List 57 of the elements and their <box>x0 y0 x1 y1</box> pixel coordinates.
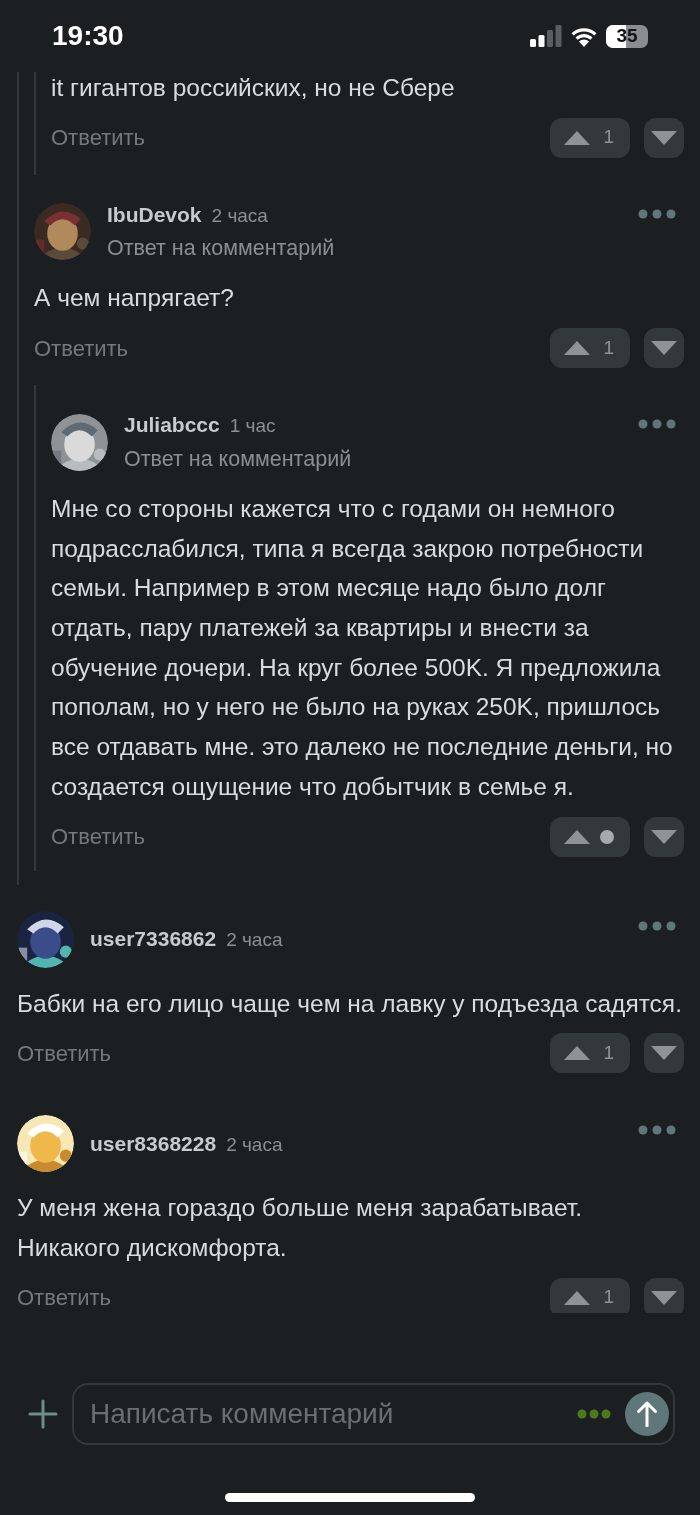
up-triangle-icon <box>564 341 590 356</box>
comment-text: Бабки на его лицо чаще чем на лавку у подъезда садятся. <box>17 988 683 1019</box>
reply-link[interactable]: Ответить <box>34 331 129 365</box>
comment-text: У меня жена гораздо больше меня зарабатывает. Никакого дискомфорта. <box>17 1193 584 1263</box>
up-triangle-icon <box>564 829 590 844</box>
reply-link[interactable]: Ответить <box>51 121 146 155</box>
comment-text: А чем напрягает? <box>34 283 235 314</box>
downvote-button[interactable] <box>644 117 684 158</box>
up-triangle-icon <box>564 1046 590 1061</box>
wifi-icon <box>570 25 598 47</box>
downvote-button[interactable] <box>644 328 684 369</box>
typing-dots-icon <box>577 1409 611 1419</box>
upvote-button[interactable]: 1 <box>550 1033 630 1074</box>
vote-count: 1 <box>603 335 614 360</box>
upvote-button[interactable] <box>550 816 630 857</box>
username[interactable]: user7336862 <box>90 923 217 955</box>
vote-count: 1 <box>603 1041 614 1065</box>
down-triangle-icon <box>651 341 677 356</box>
down-triangle-icon <box>651 130 677 145</box>
more-icon[interactable] <box>638 920 676 931</box>
reply-to-label: Ответ на комментарий <box>107 235 336 263</box>
clock-time: 19:30 <box>52 19 124 53</box>
send-button[interactable] <box>625 1392 669 1436</box>
downvote-button[interactable] <box>644 1033 684 1074</box>
down-triangle-icon <box>651 1290 677 1305</box>
comment-time: 2 часа <box>211 203 268 228</box>
comment-text: it гигантов российских, но не Сбере <box>51 73 456 103</box>
comment-text: Мне со стороны кажется что с годами он немного подрасслабился, типа я всегда закрою потребности семьи. Например в этом месяце надо было долг отдать, пару платежей за квартиры и внести за обучение дочери. На круг более 500K. Я предложила пополам, но у него не было на руках 250K, пришлось все отдавать мне. это далеко не последние деньги, но создается ощущение что добытчик в семье я. <box>51 493 674 802</box>
username[interactable]: user8368228 <box>90 1128 217 1160</box>
downvote-button[interactable] <box>644 816 684 857</box>
add-icon[interactable] <box>28 1399 58 1429</box>
comment-time: 2 часа <box>226 928 283 953</box>
vote-count: 1 <box>603 125 614 150</box>
comment-time: 1 час <box>229 414 276 439</box>
reply-link[interactable]: Ответить <box>51 820 146 854</box>
username[interactable]: IbuDevok <box>107 198 202 231</box>
reply-to-label: Ответ на комментарий <box>124 445 353 473</box>
dot-icon <box>600 829 614 844</box>
up-triangle-icon <box>564 1290 590 1305</box>
up-triangle-icon <box>564 130 590 145</box>
vote-count: 1 <box>603 1285 614 1310</box>
reply-link[interactable]: Ответить <box>17 1036 112 1070</box>
more-icon[interactable] <box>638 419 676 430</box>
up-arrow-icon <box>637 1401 657 1427</box>
comment-input-field[interactable]: Написать комментарий <box>72 1383 675 1445</box>
upvote-button[interactable]: 1 <box>550 328 630 369</box>
more-icon[interactable] <box>638 1125 676 1136</box>
down-triangle-icon <box>651 1046 677 1061</box>
signal-icon <box>530 25 562 47</box>
downvote-button[interactable] <box>644 1277 684 1313</box>
comment-time: 2 часа <box>226 1133 283 1157</box>
reply-link[interactable]: Ответить <box>17 1281 112 1313</box>
down-triangle-icon <box>651 829 677 844</box>
username[interactable]: Juliabccc <box>124 409 220 441</box>
upvote-button[interactable]: 1 <box>550 1277 630 1313</box>
more-icon[interactable] <box>638 208 676 219</box>
upvote-button[interactable]: 1 <box>550 117 630 158</box>
